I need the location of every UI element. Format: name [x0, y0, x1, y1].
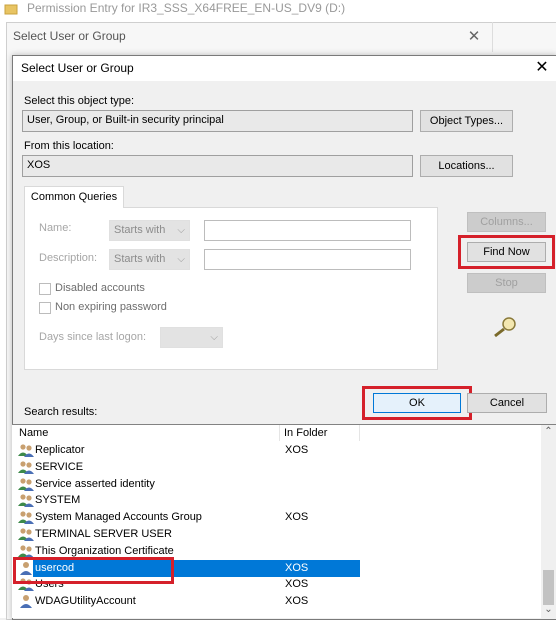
days-since-logon-label: Days since last logon: [39, 331, 146, 343]
object-type-label: Select this object type: [24, 95, 135, 107]
middle-dialog-close-icon[interactable]: ✕ [466, 27, 482, 45]
row-name: System Managed Accounts Group [35, 511, 202, 523]
search-magnifier-icon [494, 317, 516, 338]
chevron-down-icon: ⌵ [210, 332, 218, 343]
name-mode-value: Starts with [114, 224, 166, 236]
background-window-title: Permission Entry for IR3_SSS_X64FREE_EN-… [27, 1, 346, 15]
results-header: Name In Folder [13, 425, 541, 441]
name-mode-combo[interactable]: Starts with ⌵ [109, 220, 190, 241]
cancel-button[interactable]: Cancel [467, 393, 547, 413]
dialog-close-icon[interactable]: ✕ [533, 57, 551, 77]
list-item[interactable]: WDAGUtilityAccount XOS [13, 593, 541, 610]
columns-button[interactable]: Columns... [467, 212, 546, 232]
row-name: Replicator [35, 444, 85, 456]
group-icon [18, 461, 34, 474]
folder-icon [4, 4, 18, 15]
scrollbar-thumb[interactable] [543, 570, 554, 605]
row-folder: XOS [285, 578, 309, 590]
scroll-up-icon[interactable]: ⌃ [541, 426, 556, 440]
row-name: WDAGUtilityAccount [35, 595, 136, 607]
row-folder: XOS [285, 511, 309, 523]
list-item[interactable]: Replicator XOS [13, 442, 541, 459]
list-item[interactable]: SERVICE [13, 459, 541, 476]
name-label: Name: [39, 222, 72, 234]
disabled-accounts-label: Disabled accounts [55, 282, 145, 294]
find-now-button[interactable]: Find Now [467, 242, 546, 262]
description-input[interactable] [204, 249, 411, 270]
locations-button[interactable]: Locations... [420, 155, 513, 177]
search-results-label: Search results: [24, 406, 98, 418]
middle-dialog-title: Select User or Group [13, 29, 126, 43]
non-expiring-password-label: Non expiring password [55, 301, 167, 313]
description-mode-combo[interactable]: Starts with ⌵ [109, 249, 190, 270]
group-icon [18, 545, 34, 558]
dialog-title: Select User or Group [21, 61, 134, 75]
row-name: TERMINAL SERVER USER [35, 528, 172, 540]
row-folder: XOS [285, 444, 309, 456]
column-header-in-folder[interactable]: In Folder [284, 427, 327, 439]
chevron-down-icon: ⌵ [177, 225, 185, 236]
list-item[interactable]: TERMINAL SERVER USER [13, 526, 541, 543]
row-name: Service asserted identity [35, 478, 155, 490]
usercod-highlight [13, 557, 174, 584]
name-input[interactable] [204, 220, 411, 241]
chevron-down-icon: ⌵ [177, 254, 185, 265]
location-field: XOS [22, 155, 413, 177]
middle-dialog-separator [492, 22, 493, 52]
column-header-name[interactable]: Name [19, 427, 48, 439]
group-icon [18, 478, 34, 491]
tab-common-queries[interactable]: Common Queries [24, 186, 124, 208]
column-divider[interactable] [359, 425, 360, 441]
disabled-accounts-checkbox[interactable] [39, 283, 51, 295]
row-name: SERVICE [35, 461, 84, 473]
stop-button[interactable]: Stop [467, 273, 546, 293]
ok-button[interactable]: OK [373, 393, 461, 413]
group-icon [18, 511, 34, 524]
row-name: SYSTEM [35, 494, 81, 506]
non-expiring-password-checkbox[interactable] [39, 302, 51, 314]
list-item[interactable]: Service asserted identity [13, 476, 541, 493]
list-item[interactable]: System Managed Accounts Group XOS [13, 509, 541, 526]
list-item[interactable]: SYSTEM [13, 492, 541, 509]
object-type-field: User, Group, or Built-in security princi… [22, 110, 413, 132]
object-types-button[interactable]: Object Types... [420, 110, 513, 132]
row-folder: XOS [285, 595, 309, 607]
description-mode-value: Starts with [114, 253, 166, 265]
days-since-logon-combo[interactable]: ⌵ [160, 327, 223, 348]
group-icon [18, 494, 34, 507]
description-label: Description: [39, 252, 98, 264]
group-icon [18, 444, 34, 457]
group-icon [18, 528, 34, 541]
column-divider[interactable] [279, 425, 280, 441]
location-label: From this location: [24, 140, 114, 152]
row-folder: XOS [285, 562, 309, 574]
user-icon [20, 595, 32, 608]
scroll-down-icon[interactable]: ⌄ [541, 604, 556, 618]
